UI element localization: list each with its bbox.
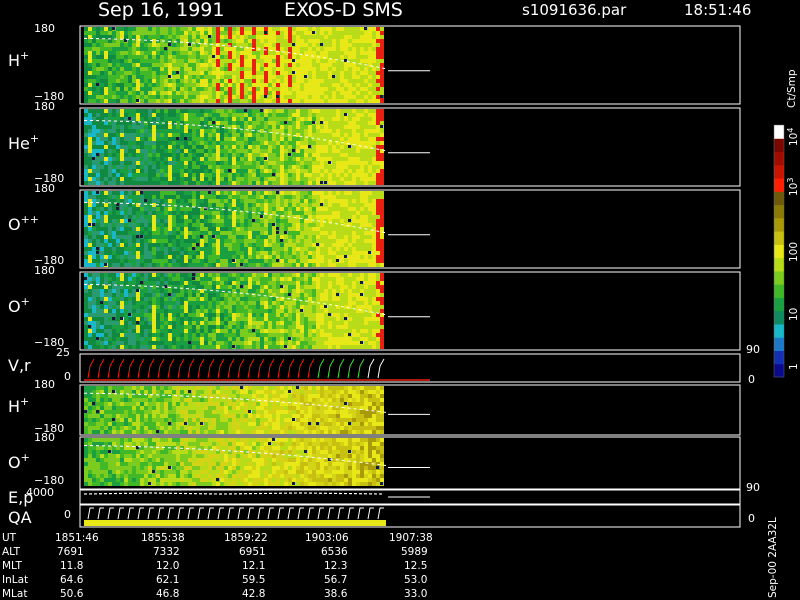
ymax-o-plus-lower: 180 xyxy=(34,431,55,444)
ymax-o-plusplus: 180 xyxy=(34,182,55,195)
ep-trace xyxy=(83,492,385,495)
title-time: 18:51:46 xyxy=(684,1,751,19)
inlat-col-3: 59.5 xyxy=(242,574,265,586)
ut-col-3: 1859:22 xyxy=(224,532,268,544)
inlat-col-1: 64.6 xyxy=(60,574,84,586)
title-instrument: EXOS-D SMS xyxy=(284,0,403,21)
heatmap-he-plus xyxy=(83,109,430,185)
right-min-vr: 0 xyxy=(748,373,755,386)
spectrogram-figure: Sep 16, 1991 EXOS-D SMS s1091636.par 18:… xyxy=(2,0,800,600)
ut-col-1: 1851:46 xyxy=(55,532,99,544)
ymax-o-plus: 180 xyxy=(34,264,55,277)
mlt-col-1: 11.8 xyxy=(60,560,83,572)
alt-col-2: 7332 xyxy=(153,546,180,558)
ymin-vr: 0 xyxy=(64,370,71,383)
label-qa: QA xyxy=(8,508,32,527)
label-h-plus: H+ xyxy=(8,49,29,70)
title-date: Sep 16, 1991 xyxy=(98,0,224,21)
mlat-col-5: 33.0 xyxy=(404,588,427,600)
row-label-ut: UT xyxy=(2,532,17,544)
mlat-col-4: 38.6 xyxy=(324,588,348,600)
label-he-plus: He+ xyxy=(8,132,39,153)
colorbar-tick-10: 10 xyxy=(788,308,800,321)
row-label-mlt: MLT xyxy=(2,560,22,572)
panel-o-plus: O+ 180 −180 xyxy=(8,264,741,351)
inlat-col-5: 53.0 xyxy=(404,574,427,586)
panel-he-plus: He+ 180 −180 xyxy=(8,100,741,187)
mlt-col-2: 12.0 xyxy=(156,560,179,572)
label-o-plusplus: O++ xyxy=(8,213,39,234)
right-max-ep: 90 xyxy=(746,481,760,494)
colorbar-tick-1000: 103 xyxy=(786,178,800,196)
vr-traces xyxy=(84,358,430,381)
colorbar-tick-1: 1 xyxy=(788,363,800,370)
colorbar: Ct/Smp 1 10 100 103 104 xyxy=(773,69,800,378)
heatmap-h-plus-lower xyxy=(83,386,430,434)
inlat-col-4: 56.7 xyxy=(324,574,347,586)
ut-col-4: 1903:06 xyxy=(305,532,349,544)
mlt-col-5: 12.5 xyxy=(404,560,427,572)
right-min-ep: 0 xyxy=(748,512,755,525)
panel-vr: V,r 25 0 90 0 xyxy=(8,343,760,386)
label-h-plus-lower: H+ xyxy=(8,395,29,416)
label-o-plus: O+ xyxy=(8,295,30,316)
row-label-inlat: InLat xyxy=(2,574,28,586)
mlt-col-4: 12.3 xyxy=(324,560,347,572)
ymin-ep: 0 xyxy=(64,508,71,521)
heatmap-o-plus-lower xyxy=(83,438,430,486)
alt-col-1: 7691 xyxy=(57,546,84,558)
mlat-col-2: 46.8 xyxy=(156,588,179,600)
panel-h-plus-lower: H+ 180 −180 xyxy=(8,378,741,436)
panel-o-plusplus: O++ 180 −180 xyxy=(8,182,741,269)
inlat-col-2: 62.1 xyxy=(156,574,179,586)
qa-marks xyxy=(87,507,384,520)
ymax-h-plus-lower: 180 xyxy=(34,378,55,391)
ut-col-2: 1855:38 xyxy=(141,532,185,544)
colorbar-unit: Ct/Smp xyxy=(786,69,798,108)
right-max-vr: 90 xyxy=(746,343,760,356)
colorbar-tick-10000: 104 xyxy=(786,128,800,146)
ut-col-5: 1907:38 xyxy=(389,532,433,544)
ymax-vr: 25 xyxy=(56,346,70,359)
label-vr: V,r xyxy=(8,356,31,375)
panel-qa: QA 0 0 xyxy=(8,504,755,528)
panel-o-plus-lower: O+ 180 −180 xyxy=(8,431,741,490)
ymax-h-plus: 180 xyxy=(34,22,55,35)
alt-col-4: 6536 xyxy=(321,546,348,558)
title-file: s1091636.par xyxy=(522,1,627,19)
label-o-plus-lower: O+ xyxy=(8,451,30,472)
mlt-col-3: 12.1 xyxy=(242,560,265,572)
mlat-col-3: 42.8 xyxy=(242,588,265,600)
heatmap-o-plusplus xyxy=(83,191,430,267)
heatmap-h-plus xyxy=(83,27,430,103)
row-label-mlat: MLat xyxy=(2,588,27,600)
alt-col-3: 6951 xyxy=(239,546,266,558)
mlat-col-1: 50.6 xyxy=(60,588,84,600)
colorbar-tick-100: 100 xyxy=(788,242,800,262)
panel-h-plus: H+ 180 −180 xyxy=(8,22,741,105)
ymax-he-plus: 180 xyxy=(34,100,55,113)
orbit-table: UT ALT MLT InLat MLat 1851:46 7691 11.8 … xyxy=(2,532,433,600)
ymax-ep: 4000 xyxy=(26,486,54,499)
colorbar-scale xyxy=(774,125,784,378)
row-label-alt: ALT xyxy=(2,546,21,558)
heatmap-o-plus xyxy=(83,273,430,349)
qa-bar xyxy=(84,520,386,526)
side-label: Sep-00 2AA32L xyxy=(767,517,779,598)
alt-col-5: 5989 xyxy=(401,546,428,558)
